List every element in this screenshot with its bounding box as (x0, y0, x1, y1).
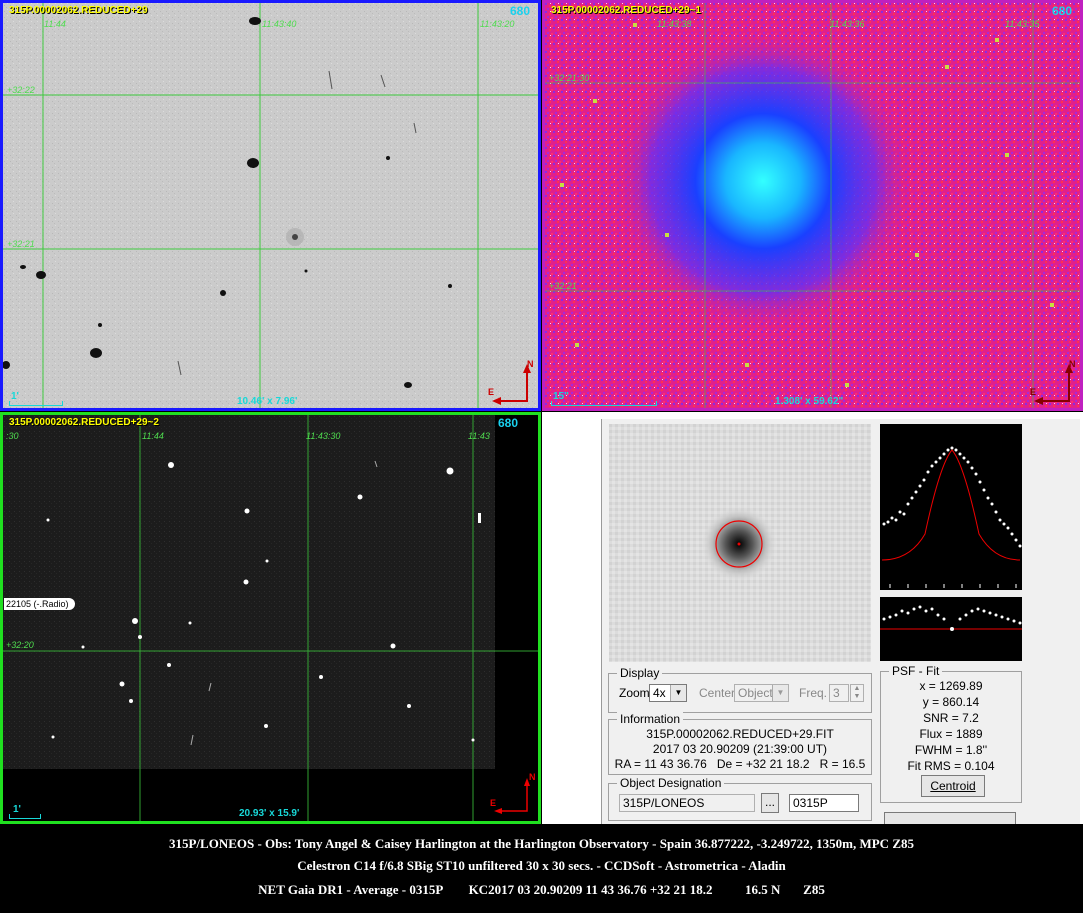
partial-button[interactable] (884, 812, 1016, 824)
grid-label-ra: 11:43:36 (830, 19, 865, 29)
object-designation-group-label: Object Designation (617, 776, 725, 790)
panel-title: 315P.00002062.REDUCED+29~1 (551, 5, 701, 16)
object-code-field[interactable]: 0315P (789, 794, 859, 812)
grid-label-dec: +32:21 (7, 239, 35, 249)
panel-id: 680 (497, 416, 518, 430)
psf-fit-group: PSF - Fit x = 1269.89 y = 860.14 SNR = 7… (880, 664, 1022, 803)
display-group-label: Display (617, 666, 663, 680)
compass-east-label: E (488, 387, 495, 397)
grid-label-dec: +32:21:30 (549, 73, 590, 83)
browse-button[interactable]: ... (761, 793, 779, 813)
object-designation-group: Object Designation 315P/LONEOS ... 0315P (608, 776, 872, 821)
grid-label-ra: 11:43:38 (657, 19, 692, 29)
freq-label: Freq. (799, 686, 828, 700)
chevron-down-icon: ▼ (772, 685, 788, 701)
freq-spinner[interactable]: ▲ ▼ (850, 684, 864, 702)
compass-north-label: N (1069, 359, 1076, 369)
caption-footer: 315P/LONEOS - Obs: Tony Angel & Caisey H… (0, 826, 1083, 913)
information-group-label: Information (617, 712, 684, 726)
psf-fwhm-value: FWHM = 1.8'' (914, 743, 988, 757)
grid-label-ra: 11:44 (44, 19, 66, 29)
chevron-down-icon: ▼ (670, 685, 686, 701)
sky-image-grayscale (3, 3, 538, 408)
compass-north-label: N (529, 772, 536, 782)
grid-label-ra: 11:43:40 (262, 19, 297, 29)
compass-east-label: E (1030, 387, 1037, 397)
psf-fit-window: Display Zoom 4x ▼ Center Object ▼ Freq. … (542, 412, 1083, 824)
psf-fit-rms-value: Fit RMS = 0.104 (907, 759, 995, 773)
grid-label-ra: 11:43:35 (1005, 19, 1040, 29)
center-select-value: Object (738, 686, 773, 700)
spinner-up-icon[interactable]: ▲ (851, 685, 863, 693)
image-panel-top-left[interactable]: 315P.00002062.REDUCED+29 680 11:44 11:43… (0, 0, 541, 411)
psf-flux-value: Flux = 1889 (919, 727, 983, 741)
object-name-field[interactable]: 315P/LONEOS (619, 794, 755, 812)
panel-id: 680 (1051, 4, 1072, 18)
grid-label-ra: 11:44 (142, 431, 164, 441)
grid-label-dec: +32:20 (6, 640, 34, 650)
psf-fit-group-label: PSF - Fit (889, 664, 943, 678)
center-label: Center (699, 686, 736, 700)
image-panel-bottom-left[interactable]: 315P.00002062.REDUCED+29~2 680 :30 11:44… (0, 412, 541, 824)
psf-residual-plot (880, 597, 1022, 661)
display-group: Display Zoom 4x ▼ Center Object ▼ Freq. … (608, 666, 872, 713)
scale-bar (551, 401, 657, 406)
caption-line-observers: 315P/LONEOS - Obs: Tony Angel & Caisey H… (168, 836, 914, 851)
psf-x-value: x = 1269.89 (919, 679, 983, 693)
psf-radial-profile-plot (880, 424, 1022, 590)
star-thumbnail (609, 424, 871, 662)
information-group: Information 315P.00002062.REDUCED+29.FIT… (608, 712, 872, 775)
zoom-select-value: 4x (653, 686, 666, 700)
sky-image-false-color (545, 3, 1080, 408)
image-panel-top-right[interactable]: 315P.00002062.REDUCED+29~1 680 11:43:38 … (542, 0, 1083, 411)
psf-snr-value: SNR = 7.2 (923, 711, 979, 725)
grid-label-dec: +32:21 (549, 281, 577, 291)
info-coordinates: RA = 11 43 36.76 De = +32 21 18.2 R = 16… (614, 757, 866, 771)
psf-y-value: y = 860.14 (922, 695, 980, 709)
zoom-label: Zoom (619, 686, 650, 700)
grid-label-dec: +32:22 (7, 85, 35, 95)
freq-input[interactable]: 3 (829, 684, 849, 702)
field-dimensions: 20.93' x 15.9' (239, 808, 300, 819)
object-marker-tag[interactable]: 22105 (-.Radio) (4, 598, 75, 610)
compass-north-label: N (527, 359, 534, 369)
info-filename: 315P.00002062.REDUCED+29.FIT (646, 727, 834, 741)
field-dimensions: 10.46' x 7.96' (237, 396, 298, 407)
field-dimensions: 1.308' x 59.62" (775, 396, 844, 407)
spinner-down-icon[interactable]: ▼ (851, 693, 863, 701)
info-datetime: 2017 03 20.90209 (21:39:00 UT) (652, 742, 828, 756)
panel-title: 315P.00002062.REDUCED+29 (9, 5, 148, 16)
center-select[interactable]: Object ▼ (734, 684, 789, 702)
grid-label-ra: 11:43:20 (480, 19, 515, 29)
grid-label-ra: 11:43:30 (306, 431, 341, 441)
sky-image-wide-field (3, 415, 538, 821)
grid-label-ra: 11:43 (468, 431, 490, 441)
zoom-select[interactable]: 4x ▼ (649, 684, 687, 702)
centroid-button[interactable]: Centroid (921, 775, 985, 797)
panel-title: 315P.00002062.REDUCED+29~2 (9, 417, 159, 428)
grid-label-ra: :30 (6, 431, 19, 441)
scale-bar (9, 401, 63, 406)
caption-line-equipment: Celestron C14 f/6.8 SBig ST10 unfiltered… (297, 858, 786, 873)
caption-line-astrometry: NET Gaia DR1 - Average - 0315P KC2017 03… (258, 882, 825, 897)
compass-east-label: E (490, 798, 497, 808)
scale-bar (9, 814, 41, 819)
panel-id: 680 (509, 4, 530, 18)
